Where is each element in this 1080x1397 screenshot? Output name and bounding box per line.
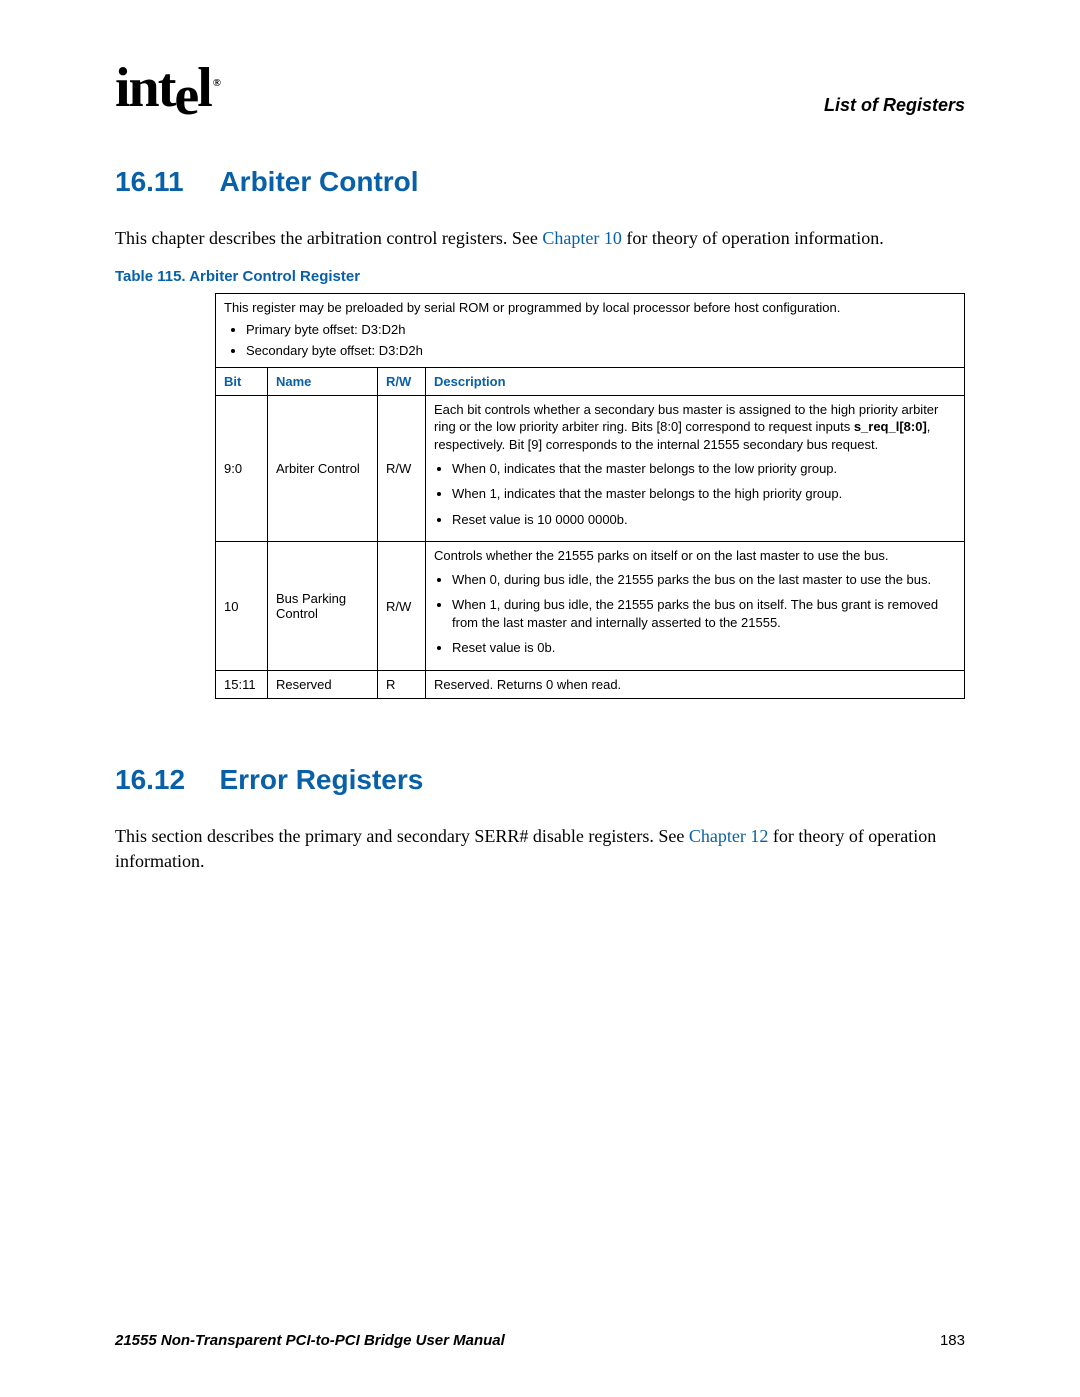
cell-bit: 10	[216, 542, 268, 671]
cell-name: Reserved	[268, 670, 378, 699]
desc-bullet: Reset value is 0b.	[452, 639, 956, 657]
page-footer: 21555 Non-Transparent PCI-to-PCI Bridge …	[115, 1332, 965, 1349]
desc-bullet: Reset value is 10 0000 0000b.	[452, 511, 956, 529]
cell-description: Each bit controls whether a secondary bu…	[426, 395, 965, 541]
section-heading-16-12: 16.12 Error Registers	[115, 764, 965, 796]
cell-description: Controls whether the 21555 parks on itse…	[426, 542, 965, 671]
desc-bullet: When 0, during bus idle, the 21555 parks…	[452, 571, 956, 589]
intel-logo: intel®	[115, 60, 217, 116]
cell-description: Reserved. Returns 0 when read.	[426, 670, 965, 699]
table-header-row: Bit Name R/W Description	[216, 367, 965, 395]
desc-bold: s_req_l[8:0]	[854, 419, 927, 434]
th-description: Description	[426, 367, 965, 395]
intro-line: This register may be preloaded by serial…	[224, 300, 840, 315]
table-row: 9:0 Arbiter Control R/W Each bit control…	[216, 395, 965, 541]
desc-text: Controls whether the 21555 parks on itse…	[434, 548, 889, 563]
th-name: Name	[268, 367, 378, 395]
body-text-pre: This chapter describes the arbitration c…	[115, 228, 542, 248]
cell-rw: R/W	[378, 395, 426, 541]
th-bit: Bit	[216, 367, 268, 395]
cell-bit: 15:11	[216, 670, 268, 699]
chapter-link[interactable]: Chapter 10	[542, 228, 621, 248]
cell-bit: 9:0	[216, 395, 268, 541]
desc-bullet: When 0, indicates that the master belong…	[452, 460, 956, 478]
logo-text-2: e	[174, 68, 197, 124]
section-title: Arbiter Control	[219, 166, 418, 197]
registered-icon: ®	[213, 77, 219, 89]
footer-page-number: 183	[940, 1332, 965, 1349]
section-heading-16-11: 16.11 Arbiter Control	[115, 166, 965, 198]
footer-manual-title: 21555 Non-Transparent PCI-to-PCI Bridge …	[115, 1332, 505, 1349]
section-body: This section describes the primary and s…	[115, 824, 965, 873]
intro-bullet-1: Primary byte offset: D3:D2h	[246, 321, 956, 339]
header-section-title: List of Registers	[824, 95, 965, 116]
th-rw: R/W	[378, 367, 426, 395]
desc-bullet: When 1, indicates that the master belong…	[452, 485, 956, 503]
table-row: 10 Bus Parking Control R/W Controls whet…	[216, 542, 965, 671]
desc-bullet: When 1, during bus idle, the 21555 parks…	[452, 596, 956, 631]
cell-rw: R	[378, 670, 426, 699]
table-row: 15:11 Reserved R Reserved. Returns 0 whe…	[216, 670, 965, 699]
cell-rw: R/W	[378, 542, 426, 671]
table-115: This register may be preloaded by serial…	[215, 293, 965, 699]
cell-name: Arbiter Control	[268, 395, 378, 541]
logo-text-3: l	[197, 57, 211, 119]
table-intro-cell: This register may be preloaded by serial…	[216, 294, 965, 368]
chapter-link[interactable]: Chapter 12	[689, 826, 768, 846]
cell-name: Bus Parking Control	[268, 542, 378, 671]
page-header: intel® List of Registers	[115, 60, 965, 116]
section-title: Error Registers	[219, 764, 423, 795]
section-body: This chapter describes the arbitration c…	[115, 226, 965, 250]
body-text-pre: This section describes the primary and s…	[115, 826, 689, 846]
section-number: 16.12	[115, 764, 215, 796]
logo-text-1: int	[115, 57, 174, 119]
body-text-post: for theory of operation information.	[622, 228, 884, 248]
table-caption: Table 115. Arbiter Control Register	[115, 268, 965, 285]
intro-bullet-2: Secondary byte offset: D3:D2h	[246, 342, 956, 360]
section-number: 16.11	[115, 166, 215, 198]
